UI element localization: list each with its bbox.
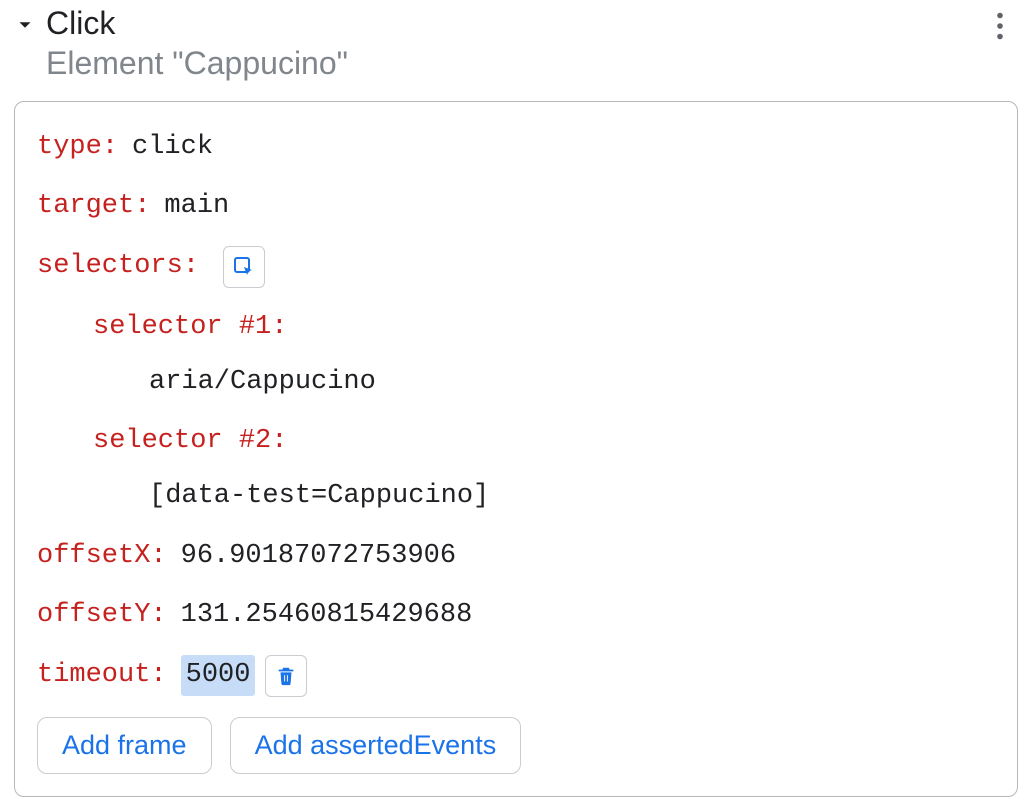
selector-1-label: selector #1	[93, 308, 271, 347]
title-block: Click Element "Cappucino"	[46, 4, 348, 83]
row-type: type: click	[37, 128, 995, 167]
step-subtitle: Element "Cappucino"	[46, 44, 348, 82]
key-offsetx: offsetX	[37, 537, 150, 576]
key-offsety: offsetY	[37, 596, 150, 635]
value-offsetx[interactable]: 96.90187072753906	[181, 537, 456, 576]
key-target: target	[37, 187, 134, 226]
expand-toggle[interactable]	[14, 14, 36, 36]
step-editor: Click Element "Cappucino" type: click ta…	[0, 0, 1032, 811]
step-title: Click	[46, 4, 348, 42]
add-frame-button[interactable]: Add frame	[37, 717, 212, 774]
value-offsety[interactable]: 131.25460815429688	[181, 596, 473, 635]
pick-selector-button[interactable]	[223, 246, 265, 288]
delete-timeout-button[interactable]	[265, 655, 307, 697]
row-selectors: selectors:	[37, 246, 995, 288]
row-selector-2-label: selector #2:	[37, 422, 995, 461]
add-asserted-events-button[interactable]: Add assertedEvents	[230, 717, 522, 774]
key-type: type	[37, 128, 102, 167]
row-selector-1-value: aria/Cappucino	[37, 363, 995, 402]
more-menu-button[interactable]	[988, 6, 1012, 46]
key-selectors: selectors	[37, 247, 183, 286]
value-target[interactable]: main	[164, 187, 229, 226]
selector-2-label: selector #2	[93, 422, 271, 461]
row-target: target: main	[37, 187, 995, 226]
step-header: Click Element "Cappucino"	[14, 4, 1018, 83]
row-timeout: timeout: 5000	[37, 655, 995, 697]
row-offsety: offsetY: 131.25460815429688	[37, 596, 995, 635]
step-details-panel: type: click target: main selectors: sele…	[14, 101, 1018, 797]
action-buttons-row: Add frame Add assertedEvents	[37, 717, 995, 774]
selector-2-value[interactable]: [data-test=Cappucino]	[149, 477, 489, 516]
value-type[interactable]: click	[132, 128, 213, 167]
step-header-left: Click Element "Cappucino"	[14, 4, 348, 83]
selector-1-value[interactable]: aria/Cappucino	[149, 363, 376, 402]
row-offsetx: offsetX: 96.90187072753906	[37, 537, 995, 576]
value-timeout[interactable]: 5000	[181, 655, 256, 696]
key-timeout: timeout	[37, 656, 150, 695]
row-selector-1-label: selector #1:	[37, 308, 995, 347]
row-selector-2-value: [data-test=Cappucino]	[37, 477, 995, 516]
